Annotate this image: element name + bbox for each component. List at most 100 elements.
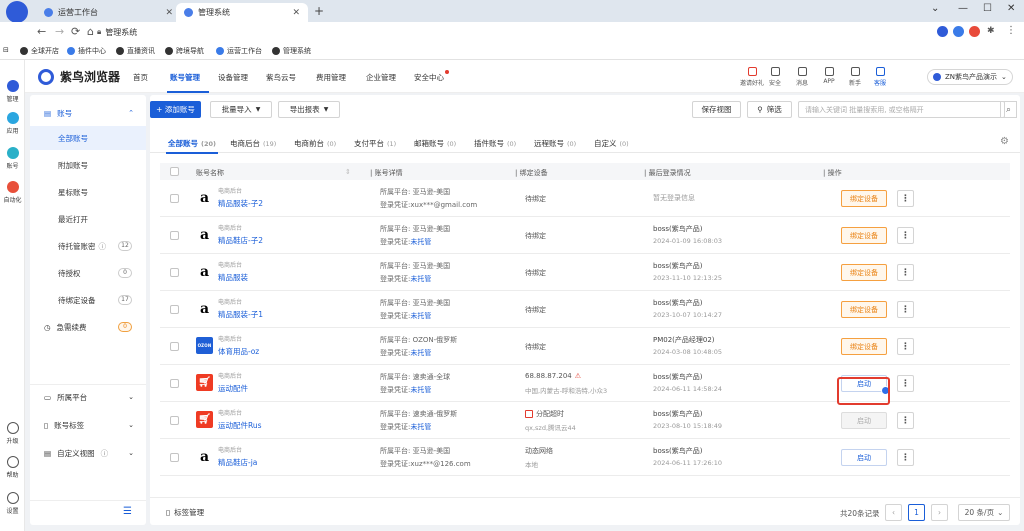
extension-icon[interactable] xyxy=(953,26,964,37)
header-security[interactable]: 安全 xyxy=(760,67,790,87)
sidebar-group-platform[interactable]: ▭ 所属平台 ⌄ xyxy=(30,385,146,409)
account-name-link[interactable]: 精品鞋店-子2 xyxy=(218,235,263,246)
account-name-link[interactable]: 精品服装 xyxy=(218,272,248,283)
bind-device-button[interactable]: 绑定设备 xyxy=(841,338,887,355)
more-options-icon[interactable]: ⋮ xyxy=(897,301,914,318)
credential-value[interactable]: 未托管 xyxy=(410,423,431,431)
row-checkbox[interactable] xyxy=(170,416,179,425)
bookmark-item[interactable]: 管理系统 xyxy=(272,46,311,56)
bookmark-item[interactable]: 插件中心 xyxy=(67,46,106,56)
more-options-icon[interactable]: ⋮ xyxy=(897,227,914,244)
bind-device-button[interactable]: 绑定设备 xyxy=(841,264,887,281)
close-window-icon[interactable]: ✕ xyxy=(1007,3,1015,14)
account-name-link[interactable]: 运动配件 xyxy=(218,383,248,394)
account-name-link[interactable]: 精品服装-子1 xyxy=(218,309,263,320)
filter-button[interactable]: ⚲ 筛选 xyxy=(747,101,792,118)
maximize-icon[interactable]: ☐ xyxy=(983,3,992,14)
minimize-icon[interactable]: — xyxy=(958,3,968,14)
account-name-link[interactable]: 体育用品-oz xyxy=(218,346,259,357)
sidebar-item-starred[interactable]: 星标账号 xyxy=(30,180,146,204)
tag-manage-link[interactable]: ▯ 标签管理 xyxy=(166,507,204,518)
table-row[interactable]: 🛒︎ 电商后台 运动配件Rus 所属平台: 速卖通-俄罗斯 登录凭证:未托管 分配超时 qx… xyxy=(160,402,1010,439)
back-icon[interactable]: ← xyxy=(37,25,46,38)
rail-item-accounts[interactable]: 账号 xyxy=(0,147,25,170)
credential-value[interactable]: 未托管 xyxy=(410,275,431,283)
sidebar-group-custom-view[interactable]: ▤ 自定义视图 ⓘ ⌄ xyxy=(30,441,146,465)
row-checkbox[interactable] xyxy=(170,342,179,351)
more-options-icon[interactable]: ⋮ xyxy=(897,412,914,429)
more-options-icon[interactable]: ⋮ xyxy=(897,190,914,207)
account-name-link[interactable]: 精品鞋店-ja xyxy=(218,457,257,468)
next-page-icon[interactable]: › xyxy=(931,504,948,521)
table-row[interactable]: a 电商后台 精品鞋店-ja 所属平台: 亚马逊-美国 登录凭证:xuz***@126.… xyxy=(160,439,1010,476)
sidebar-item-pending-pw[interactable]: 待托管账密 ⓘ 12 xyxy=(30,234,146,258)
sidebar-item-recent[interactable]: 最近打开 xyxy=(30,207,146,231)
row-checkbox[interactable] xyxy=(170,305,179,314)
bind-device-button[interactable]: 绑定设备 xyxy=(841,301,887,318)
tab-ecom-frontend[interactable]: 电商前台 (0) xyxy=(294,138,336,149)
tab-ecom-backend[interactable]: 电商后台 (19) xyxy=(230,138,276,149)
search-input[interactable]: 请输入关键词 批量搜索用, 或空格隔开 xyxy=(798,101,1005,118)
more-options-icon[interactable]: ⋮ xyxy=(897,264,914,281)
account-name-link[interactable]: 精品服装-子2 xyxy=(218,198,263,209)
credential-value[interactable]: 未托管 xyxy=(410,238,431,246)
forward-icon[interactable]: → xyxy=(55,25,64,38)
tab-email[interactable]: 邮箱账号 (0) xyxy=(414,138,456,149)
table-row[interactable]: OZON 电商后台 体育用品-oz 所属平台: OZON-俄罗斯 登录凭证:未托管 待绑定… xyxy=(160,328,1010,365)
sidebar-group-tags[interactable]: ▯ 账号标签 ⌄ xyxy=(30,413,146,437)
row-checkbox[interactable] xyxy=(170,231,179,240)
bookmark-item[interactable]: 跨境导航 xyxy=(165,46,204,56)
credential-value[interactable]: 未托管 xyxy=(410,349,431,357)
sidebar-toggle-icon[interactable]: ⊟ xyxy=(3,46,9,54)
sidebar-item-pending-auth[interactable]: 待授权 0 xyxy=(30,261,146,285)
sidebar-item-urgent-renew[interactable]: ◷ 急需续费 0 xyxy=(30,315,146,339)
puzzle-icon[interactable]: ✱ xyxy=(987,26,995,36)
row-checkbox[interactable] xyxy=(170,194,179,203)
nav-billing[interactable]: 费用管理 xyxy=(316,72,346,83)
url-field[interactable]: 🔒︎ 管理系统 xyxy=(97,24,917,40)
nav-device-manage[interactable]: 设备管理 xyxy=(218,72,248,83)
credential-value[interactable]: 未托管 xyxy=(410,386,431,394)
export-report-button[interactable]: 导出报表 ▼ xyxy=(278,101,340,118)
rail-item-upgrade[interactable]: 升级 xyxy=(0,422,25,445)
more-options-icon[interactable]: ⋮ xyxy=(897,338,914,355)
tab-all[interactable]: 全部账号 (20) xyxy=(168,138,216,149)
bind-device-button[interactable]: 绑定设备 xyxy=(841,190,887,207)
bookmark-item[interactable]: 全球开店 xyxy=(20,46,59,56)
bookmark-item[interactable]: 直播资讯 xyxy=(116,46,155,56)
sidebar-item-extra[interactable]: 附加账号 xyxy=(30,153,146,177)
nav-account-manage[interactable]: 账号管理 xyxy=(170,72,200,83)
rail-item-help[interactable]: 帮助 xyxy=(0,456,25,479)
extension-icon[interactable] xyxy=(937,26,948,37)
tab-plugin[interactable]: 插件账号 (0) xyxy=(474,138,516,149)
page-number[interactable]: 1 xyxy=(908,504,925,521)
new-tab-icon[interactable]: + xyxy=(314,4,324,18)
batch-import-button[interactable]: 批量导入 ▼ xyxy=(210,101,272,118)
user-menu[interactable]: ZN紫鸟产品演示 ⌄ xyxy=(927,69,1013,85)
row-checkbox[interactable] xyxy=(170,453,179,462)
nav-home[interactable]: 首页 xyxy=(133,72,148,83)
row-checkbox[interactable] xyxy=(170,268,179,277)
tab-remote[interactable]: 远程账号 (0) xyxy=(534,138,576,149)
nav-security-center[interactable]: 安全中心 xyxy=(414,72,444,83)
bind-device-button[interactable]: 绑定设备 xyxy=(841,227,887,244)
rail-item-automation[interactable]: 自动化 xyxy=(0,181,25,204)
more-options-icon[interactable]: ⋮ xyxy=(897,375,914,392)
prev-page-icon[interactable]: ‹ xyxy=(885,504,902,521)
extension-icon[interactable] xyxy=(969,26,980,37)
rail-item-settings[interactable]: 设置 xyxy=(0,492,25,515)
chevron-down-icon[interactable]: ⌄ xyxy=(931,3,939,14)
add-account-button[interactable]: + 添加账号 xyxy=(150,101,201,118)
account-name-link[interactable]: 运动配件Rus xyxy=(218,420,262,431)
browser-tab-ops[interactable]: 运营工作台 ✕ xyxy=(36,3,181,22)
header-messages[interactable]: 消息 xyxy=(787,67,817,87)
collapse-sidebar-icon[interactable]: ☰ xyxy=(123,506,132,517)
rail-item-manage[interactable]: 管理 xyxy=(0,80,25,103)
save-view-button[interactable]: 保存视图 xyxy=(692,101,741,118)
select-all-checkbox[interactable] xyxy=(170,167,179,176)
bookmark-item[interactable]: 运营工作台 xyxy=(216,46,262,56)
start-button[interactable]: 启动 xyxy=(841,449,887,466)
nav-enterprise[interactable]: 企业管理 xyxy=(366,72,396,83)
close-icon[interactable]: ✕ xyxy=(292,8,300,18)
menu-icon[interactable]: ⋮ xyxy=(1006,25,1016,36)
